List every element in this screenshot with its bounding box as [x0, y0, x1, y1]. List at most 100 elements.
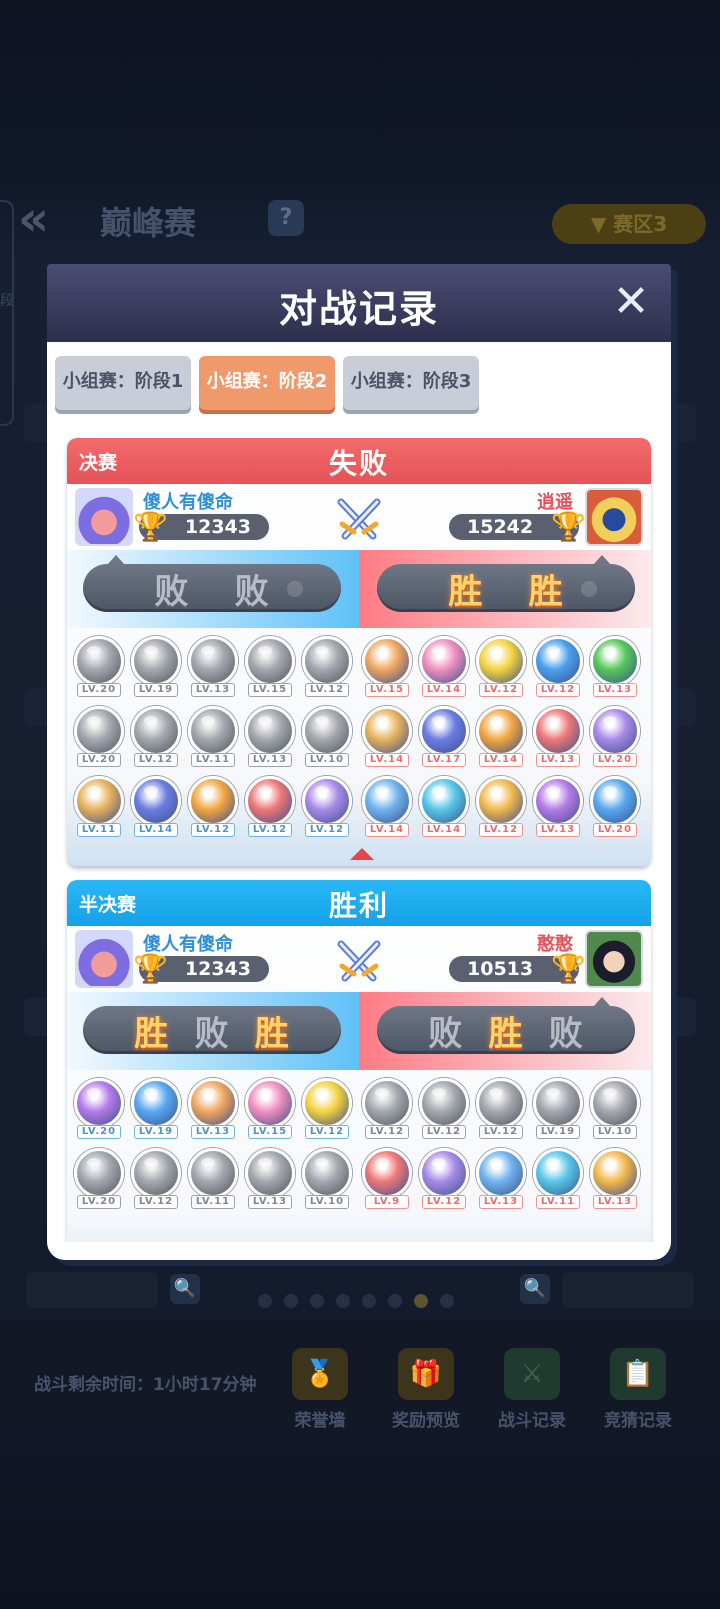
pet-card[interactable]: LV.12 — [242, 776, 298, 837]
pet-card[interactable]: LV.12 — [299, 776, 355, 837]
search-icon[interactable]: 🔍 — [170, 1274, 200, 1304]
pet-card[interactable]: LV.13 — [185, 636, 241, 697]
pet-card[interactable]: LV.12 — [128, 706, 184, 767]
pet-card[interactable]: LV.14 — [128, 776, 184, 837]
page-dot — [362, 1294, 376, 1308]
player-avatar[interactable] — [75, 930, 133, 988]
pet-portrait — [419, 776, 469, 826]
pet-card[interactable]: LV.19 — [128, 1078, 184, 1139]
pet-card[interactable]: LV.11 — [71, 776, 127, 837]
pet-portrait — [362, 706, 412, 756]
pet-card[interactable]: LV.13 — [587, 636, 643, 697]
pet-card[interactable]: LV.20 — [71, 706, 127, 767]
player-avatar[interactable] — [75, 488, 133, 546]
pet-card[interactable]: LV.12 — [473, 776, 529, 837]
region-selector[interactable]: ▼ 赛区3 — [552, 204, 706, 244]
pet-card[interactable]: LV.12 — [359, 1078, 415, 1139]
pet-level: LV.11 — [536, 1195, 580, 1209]
pet-card[interactable]: LV.14 — [416, 776, 472, 837]
pet-card[interactable]: LV.13 — [530, 776, 586, 837]
pet-card[interactable]: LV.12 — [473, 1078, 529, 1139]
pet-card[interactable]: LV.12 — [185, 776, 241, 837]
pet-card[interactable]: LV.10 — [299, 706, 355, 767]
pet-card[interactable]: LV.20 — [587, 706, 643, 767]
collapse-arrow-icon[interactable] — [350, 848, 374, 860]
pet-card[interactable]: LV.13 — [587, 1148, 643, 1209]
pet-card[interactable]: LV.19 — [128, 636, 184, 697]
honor-wall-button[interactable]: 🏅 荣誉墙 — [274, 1348, 366, 1431]
pet-portrait — [590, 1078, 640, 1128]
pet-card[interactable]: LV.13 — [242, 1148, 298, 1209]
pet-card[interactable]: LV.13 — [530, 706, 586, 767]
pet-card[interactable]: LV.14 — [473, 706, 529, 767]
pet-card[interactable]: LV.12 — [299, 636, 355, 697]
opponent-avatar[interactable] — [585, 488, 643, 546]
pet-card[interactable]: LV.13 — [185, 1078, 241, 1139]
pet-level: LV.14 — [365, 753, 409, 767]
modal-title: 对战记录 — [278, 287, 439, 331]
player-roster: LV.20 LV.19 LV.13 LV.15 LV.12 LV.20 LV.12 LV.11… — [71, 1078, 355, 1209]
button-label: 奖励预览 — [392, 1411, 460, 1431]
pet-portrait — [188, 706, 238, 756]
double-chevron-left-icon[interactable]: « — [18, 195, 80, 243]
pet-level: LV.12 — [536, 683, 580, 697]
pet-portrait — [74, 636, 124, 686]
battle-record-button[interactable]: ⚔ 战斗记录 — [486, 1348, 578, 1431]
background-search-right[interactable] — [562, 1272, 694, 1308]
pet-card[interactable]: LV.13 — [242, 706, 298, 767]
pet-card[interactable]: LV.10 — [587, 1078, 643, 1139]
pet-card[interactable]: LV.9 — [359, 1148, 415, 1209]
pet-card[interactable]: LV.12 — [128, 1148, 184, 1209]
pet-card[interactable]: LV.11 — [185, 1148, 241, 1209]
pet-level: LV.20 — [593, 823, 637, 837]
record-card-semifinal: 半决赛 胜利 傻人有傻命 🏆 12343 憨憨 10513 🏆 胜 败 胜 败 … — [67, 880, 651, 1242]
pet-card[interactable]: LV.14 — [359, 776, 415, 837]
pet-card[interactable]: LV.20 — [587, 776, 643, 837]
record-result: 胜利 — [328, 889, 389, 922]
pet-card[interactable]: LV.11 — [530, 1148, 586, 1209]
tab-stage-2[interactable]: 小组赛：阶段2 — [199, 356, 335, 410]
pet-card[interactable]: LV.12 — [473, 636, 529, 697]
pet-card[interactable]: LV.11 — [185, 706, 241, 767]
pet-card[interactable]: LV.15 — [242, 636, 298, 697]
close-icon[interactable]: ✕ — [609, 280, 653, 324]
pet-level: LV.12 — [305, 1125, 349, 1139]
pet-card[interactable]: LV.15 — [359, 636, 415, 697]
pet-card[interactable]: LV.19 — [530, 1078, 586, 1139]
pet-portrait — [302, 706, 352, 756]
pet-card[interactable]: LV.17 — [416, 706, 472, 767]
reward-preview-button[interactable]: 🎁 奖励预览 — [380, 1348, 472, 1431]
question-icon[interactable]: ? — [268, 200, 304, 236]
pet-card[interactable]: LV.14 — [416, 636, 472, 697]
background-search-left[interactable] — [26, 1272, 158, 1308]
opponent-avatar[interactable] — [585, 930, 643, 988]
pet-card[interactable]: LV.13 — [473, 1148, 529, 1209]
pet-level: LV.14 — [365, 823, 409, 837]
pet-portrait — [476, 1148, 526, 1198]
pet-level: LV.13 — [191, 1125, 235, 1139]
pet-portrait — [533, 636, 583, 686]
search-icon[interactable]: 🔍 — [520, 1274, 550, 1304]
pet-card[interactable]: LV.12 — [416, 1148, 472, 1209]
pet-card[interactable]: LV.20 — [71, 1148, 127, 1209]
pet-card[interactable]: LV.12 — [299, 1078, 355, 1139]
score-value: 12343 — [184, 958, 251, 980]
pet-portrait — [74, 776, 124, 826]
pet-card[interactable]: LV.10 — [299, 1148, 355, 1209]
pet-portrait — [245, 1148, 295, 1198]
player-trophy-score: 🏆 12343 — [133, 510, 269, 543]
pet-portrait — [419, 636, 469, 686]
pet-card[interactable]: LV.12 — [416, 1078, 472, 1139]
opponent-round-results: 败胜败 — [377, 997, 635, 1054]
pet-card[interactable]: LV.20 — [71, 636, 127, 697]
record-list[interactable]: 决赛 失败 傻人有傻命 🏆 12343 逍遥 15242 🏆 败 败 胜 胜 L… — [47, 438, 671, 1242]
pet-level: LV.12 — [248, 823, 292, 837]
pet-card[interactable]: LV.12 — [530, 636, 586, 697]
tab-stage-1[interactable]: 小组赛：阶段1 — [55, 356, 191, 410]
pet-card[interactable]: LV.15 — [242, 1078, 298, 1139]
tab-stage-3[interactable]: 小组赛：阶段3 — [343, 356, 479, 410]
pet-card[interactable]: LV.20 — [71, 1078, 127, 1139]
pet-card[interactable]: LV.14 — [359, 706, 415, 767]
pet-portrait — [302, 1148, 352, 1198]
guess-record-button[interactable]: 📋 竞猜记录 — [592, 1348, 684, 1431]
